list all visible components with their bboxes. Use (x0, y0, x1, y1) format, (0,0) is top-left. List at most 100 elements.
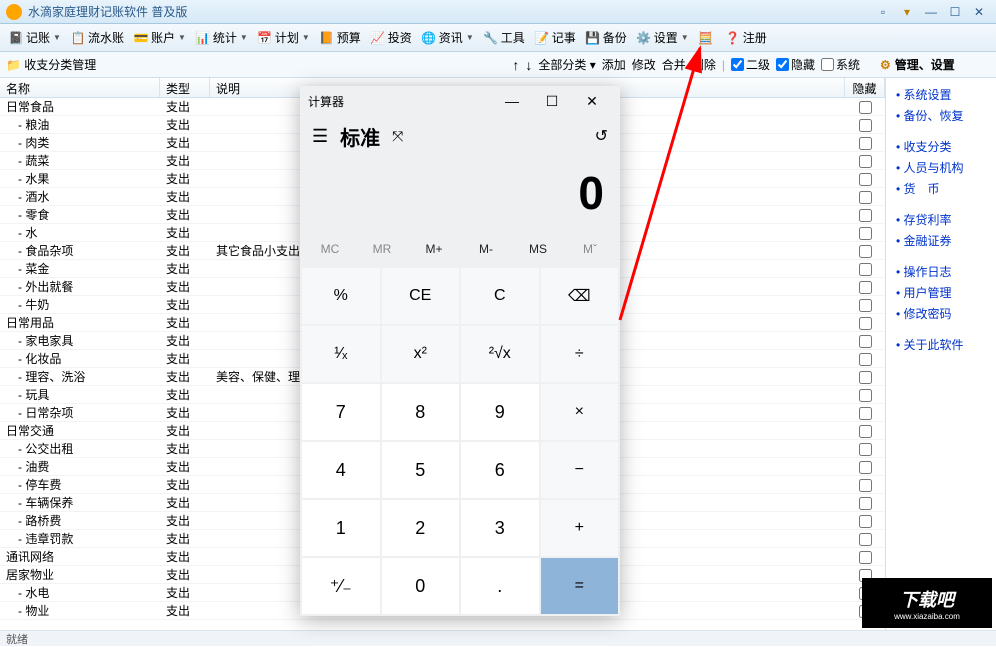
calc-mem-mc[interactable]: MC (304, 236, 356, 262)
subbar-check-1[interactable]: 隐藏 (776, 56, 815, 73)
cell-hide[interactable] (845, 315, 885, 329)
cell-hide[interactable] (845, 459, 885, 473)
sidebar-item-2-1[interactable]: 金融证券 (886, 230, 996, 251)
calc-btn-12[interactable]: 4 (302, 442, 380, 498)
cell-hide[interactable] (845, 531, 885, 545)
cell-hide[interactable] (845, 423, 885, 437)
calc-btn-7[interactable]: ÷ (541, 326, 619, 382)
col-hide[interactable]: 隐藏 (845, 78, 885, 97)
subbar-action-3[interactable]: 合并 (662, 56, 686, 73)
subbar-action-4[interactable]: 删除 (692, 56, 716, 73)
toolbar-item-12[interactable]: 🧮 (694, 28, 720, 48)
calc-btn-13[interactable]: 5 (382, 442, 460, 498)
calc-btn-20[interactable]: ⁺⁄₋ (302, 558, 380, 614)
calc-close-button[interactable]: ✕ (572, 93, 612, 110)
sidebar-item-4-0[interactable]: 关于此软件 (886, 334, 996, 355)
maximize-button[interactable]: ☐ (944, 4, 966, 20)
sidebar-item-3-0[interactable]: 操作日志 (886, 261, 996, 282)
cell-hide[interactable] (845, 153, 885, 167)
sidebar-item-2-0[interactable]: 存贷利率 (886, 209, 996, 230)
subbar-action-2[interactable]: 修改 (632, 56, 656, 73)
toolbar-item-2[interactable]: 💳账户▼ (129, 27, 190, 48)
toolbar-item-6[interactable]: 📈投资 (366, 27, 416, 48)
sidebar-item-1-0[interactable]: 收支分类 (886, 136, 996, 157)
cell-hide[interactable] (845, 279, 885, 293)
calc-btn-17[interactable]: 2 (382, 500, 460, 556)
calc-maximize-button[interactable]: ☐ (532, 93, 572, 110)
cell-hide[interactable] (845, 297, 885, 311)
cell-hide[interactable] (845, 549, 885, 563)
cell-hide[interactable] (845, 351, 885, 365)
calc-btn-16[interactable]: 1 (302, 500, 380, 556)
col-name[interactable]: 名称 (0, 78, 160, 97)
cell-hide[interactable] (845, 441, 885, 455)
calc-btn-4[interactable]: ¹⁄ₓ (302, 326, 380, 382)
toolbar-item-3[interactable]: 📊统计▼ (191, 27, 252, 48)
cell-hide[interactable] (845, 135, 885, 149)
calc-btn-6[interactable]: ²√x (461, 326, 539, 382)
cell-hide[interactable] (845, 171, 885, 185)
subbar-check-0[interactable]: 二级 (731, 56, 770, 73)
toolbar-item-1[interactable]: 📋流水账 (66, 27, 128, 48)
calc-btn-5[interactable]: x² (382, 326, 460, 382)
cell-hide[interactable] (845, 405, 885, 419)
toolbar-item-13[interactable]: ❓注册 (721, 27, 771, 48)
toolbar-item-5[interactable]: 📙预算 (315, 27, 365, 48)
cell-hide[interactable] (845, 369, 885, 383)
cell-hide[interactable] (845, 261, 885, 275)
history-icon[interactable]: ↺ (595, 126, 608, 146)
sidebar-item-3-2[interactable]: 修改密码 (886, 303, 996, 324)
col-type[interactable]: 类型 (160, 78, 210, 97)
sidebar-item-1-1[interactable]: 人员与机构 (886, 157, 996, 178)
pin-icon[interactable]: ⤧ (392, 128, 403, 145)
close-button[interactable]: ✕ (968, 4, 990, 20)
toolbar-item-11[interactable]: ⚙️设置▼ (632, 27, 693, 48)
subbar-check-2[interactable]: 系统 (821, 56, 860, 73)
sidebar-item-0-1[interactable]: 备份、恢复 (886, 105, 996, 126)
toolbar-item-0[interactable]: 📓记账▼ (4, 27, 65, 48)
calc-mem-ms[interactable]: MS (512, 236, 564, 262)
calc-btn-1[interactable]: CE (382, 268, 460, 324)
calc-btn-14[interactable]: 6 (461, 442, 539, 498)
calc-btn-9[interactable]: 8 (382, 384, 460, 440)
calc-btn-2[interactable]: C (461, 268, 539, 324)
calc-btn-18[interactable]: 3 (461, 500, 539, 556)
sys-icon-1[interactable]: ▫ (872, 4, 894, 20)
calc-btn-23[interactable]: = (541, 558, 619, 614)
calc-btn-11[interactable]: × (541, 384, 619, 440)
subbar-action-1[interactable]: 添加 (602, 56, 626, 73)
calc-mem-m+[interactable]: M+ (408, 236, 460, 262)
calc-minimize-button[interactable]: — (492, 93, 532, 109)
calc-btn-15[interactable]: − (541, 442, 619, 498)
calc-btn-10[interactable]: 9 (461, 384, 539, 440)
calc-btn-0[interactable]: % (302, 268, 380, 324)
calc-btn-19[interactable]: + (541, 500, 619, 556)
toolbar-item-10[interactable]: 💾备份 (581, 27, 631, 48)
cell-hide[interactable] (845, 189, 885, 203)
cell-hide[interactable] (845, 99, 885, 113)
sidebar-item-3-1[interactable]: 用户管理 (886, 282, 996, 303)
toolbar-item-4[interactable]: 📅计划▼ (253, 27, 314, 48)
up-arrow-icon[interactable]: ↑ (512, 57, 519, 73)
calc-btn-21[interactable]: 0 (382, 558, 460, 614)
toolbar-item-8[interactable]: 🔧工具 (479, 27, 529, 48)
cell-hide[interactable] (845, 387, 885, 401)
calc-btn-8[interactable]: 7 (302, 384, 380, 440)
cell-hide[interactable] (845, 207, 885, 221)
cell-hide[interactable] (845, 477, 885, 491)
cell-hide[interactable] (845, 117, 885, 131)
minimize-button[interactable]: — (920, 4, 942, 20)
calc-mem-mr[interactable]: MR (356, 236, 408, 262)
calc-mem-mˇ[interactable]: Mˇ (564, 236, 616, 262)
down-arrow-icon[interactable]: ↓ (525, 57, 532, 73)
hamburger-icon[interactable]: ☰ (312, 126, 328, 147)
cell-hide[interactable] (845, 243, 885, 257)
sys-icon-2[interactable]: ▾ (896, 4, 918, 20)
calc-btn-3[interactable]: ⌫ (541, 268, 619, 324)
calc-mem-m-[interactable]: M- (460, 236, 512, 262)
sidebar-item-1-2[interactable]: 货 币 (886, 178, 996, 199)
cell-hide[interactable] (845, 225, 885, 239)
toolbar-item-9[interactable]: 📝记事 (530, 27, 580, 48)
cell-hide[interactable] (845, 513, 885, 527)
subbar-action-0[interactable]: 全部分类 ▾ (538, 56, 595, 73)
